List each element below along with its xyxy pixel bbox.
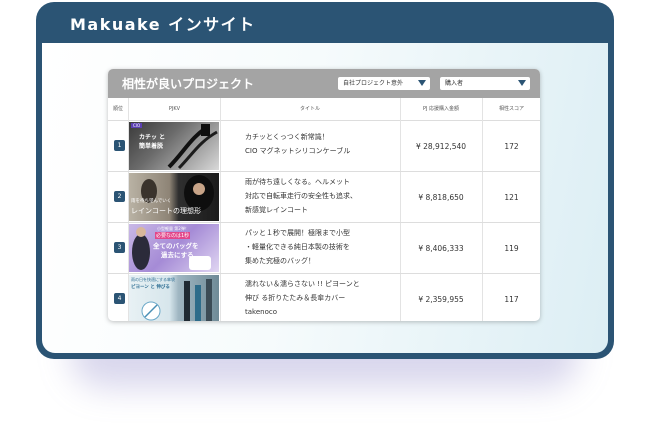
thumbnail-caption: 過去にする (161, 251, 194, 259)
project-thumbnail[interactable]: 雨の日を快適にする傘袋 ピヨーン と 伸びる (129, 275, 219, 321)
project-title-line: CIO マグネットシリコンケーブル (245, 147, 351, 155)
thumbnail-caption: CIO (131, 123, 143, 128)
chevron-down-icon (518, 80, 526, 86)
table-row[interactable]: 2 雨を待ち望んでいく レインコートの理想形 雨が待ち遠しくなる。ヘルメット 対… (108, 172, 540, 223)
pledge-amount: ¥ 2,359,955 (418, 295, 464, 304)
column-amount: PJ 応援購入金額 (422, 106, 460, 112)
thumbnail-caption: カチッ と (139, 134, 166, 141)
project-thumbnail[interactable]: 雨を待ち望んでいく レインコートの理想形 (129, 173, 219, 221)
project-title-line: カチッとくっつく新常識！ (245, 133, 329, 141)
project-filter-label: 自社プロジェクト意外 (343, 80, 404, 87)
rank-badge: 4 (114, 293, 125, 304)
compatibility-score: 172 (504, 142, 519, 151)
table-row[interactable]: 3 小型軽量 第2弾！ 必要なのは1秒 全てのバッグを 過去にする パッと１秒で… (108, 223, 540, 274)
thumbnail-caption: 雨を待ち望んでいく (131, 199, 172, 204)
compatible-projects-panel: 相性が良いプロジェクト 自社プロジェクト意外 購入者 順位 PJKV タイトル … (108, 69, 540, 321)
compatibility-score: 117 (504, 295, 519, 304)
rank-badge: 2 (114, 191, 125, 202)
project-title-line: 濡れない＆濡らさない !! ピヨーンと (245, 280, 360, 288)
table-row[interactable]: 1 CIO カチッ と 簡単着脱 カチッとくっつく新常識！ CIO マグネットシ… (108, 121, 540, 172)
project-thumbnail[interactable]: 小型軽量 第2弾！ 必要なのは1秒 全てのバッグを 過去にする (129, 224, 219, 272)
panel-title: 相性が良いプロジェクト (122, 77, 255, 91)
pledge-amount: ¥ 8,818,650 (418, 193, 464, 202)
table-header: 順位 PJKV タイトル PJ 応援購入金額 相性スコア (108, 98, 540, 121)
chevron-down-icon (418, 80, 426, 86)
window-title: Makuake インサイト (70, 15, 256, 34)
thumbnail-caption: 必要なのは1秒 (155, 232, 191, 239)
compatibility-score: 119 (504, 244, 519, 253)
project-title-line: 伸び る折りたたみ＆長傘カバー (245, 294, 346, 302)
thumbnail-caption: レインコートの理想形 (131, 207, 201, 215)
rank-badge: 1 (114, 140, 125, 151)
rank-badge: 3 (114, 242, 125, 253)
column-rank: 順位 (112, 106, 123, 112)
project-title-line: 新感覚レインコート (245, 206, 308, 214)
project-thumbnail[interactable]: CIO カチッ と 簡単着脱 (129, 122, 219, 170)
project-title-line: パッと１秒で展開！極限まで小型 (245, 229, 350, 237)
column-pjkv: PJKV (168, 106, 181, 112)
project-title-line: ・軽量化できる純日本製の技術を (245, 243, 350, 251)
thumbnail-caption: 簡単着脱 (139, 143, 164, 150)
compatibility-score: 121 (504, 193, 519, 202)
project-filter-dropdown[interactable]: 自社プロジェクト意外 (338, 77, 430, 90)
project-title-line: 雨が待ち遠しくなる。ヘルメット (245, 178, 350, 186)
thumbnail-caption: 雨の日を快適にする傘袋 (131, 277, 176, 282)
project-title-line: takenoco (245, 308, 277, 316)
pledge-amount: ¥ 8,406,333 (418, 244, 464, 253)
pledge-amount: ¥ 28,912,540 (415, 142, 467, 151)
audience-filter-dropdown[interactable]: 購入者 (440, 77, 530, 90)
table-row[interactable]: 4 雨の日を快適にする傘袋 ピヨーン と 伸びる 濡れない＆濡らさない !! ピ… (108, 274, 540, 321)
project-title-line: 集めた究極のバッグ！ (245, 257, 315, 265)
column-score: 相性スコア (498, 106, 524, 112)
project-title-line: 対応で自転車走行の安全性も追求、 (245, 192, 357, 200)
panel-header: 相性が良いプロジェクト 自社プロジェクト意外 購入者 (108, 69, 540, 98)
column-title: タイトル (299, 106, 320, 112)
audience-filter-label: 購入者 (445, 80, 464, 87)
thumbnail-caption: ピヨーン と 伸びる (131, 285, 170, 290)
